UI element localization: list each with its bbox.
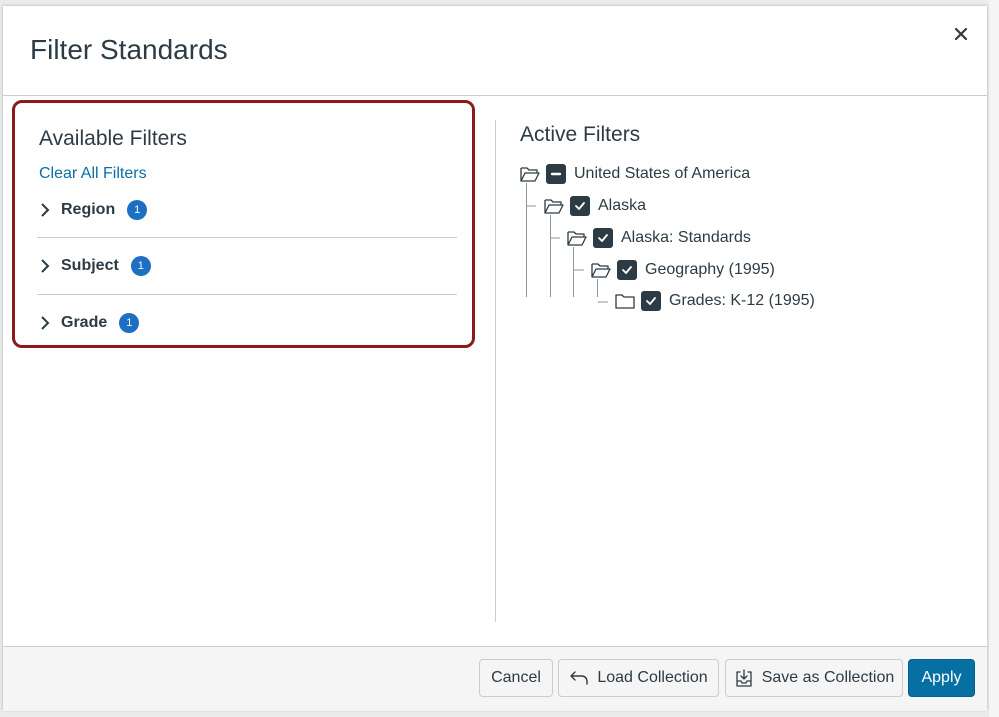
tree-node-geography: Geography (1995) bbox=[591, 258, 775, 282]
tree-node-alaska-standards: Alaska: Standards bbox=[567, 226, 751, 250]
tree-node-alaska: Alaska bbox=[544, 194, 646, 218]
save-to-tray-icon bbox=[736, 669, 752, 687]
apply-button[interactable]: Apply bbox=[908, 659, 975, 697]
load-collection-button[interactable]: Load Collection bbox=[558, 659, 719, 697]
alaska-standards-checkbox[interactable] bbox=[593, 228, 613, 248]
tree-node-label: Alaska bbox=[598, 197, 647, 214]
tree-node-usa: United States of America bbox=[520, 162, 750, 186]
background-edge bbox=[989, 0, 999, 717]
folder-open-icon bbox=[591, 263, 611, 278]
load-collection-label: Load Collection bbox=[597, 669, 708, 686]
checkmark-icon bbox=[575, 202, 585, 210]
folder-open-icon bbox=[520, 167, 540, 182]
tree-node-label: Alaska: Standards bbox=[621, 229, 751, 246]
undo-arrow-icon bbox=[570, 671, 589, 685]
folder-icon bbox=[615, 294, 635, 309]
grades-checkbox[interactable] bbox=[641, 291, 661, 311]
tree-node-label: Grades: K-12 (1995) bbox=[669, 292, 815, 309]
minus-icon bbox=[550, 172, 562, 176]
alaska-checkbox[interactable] bbox=[570, 196, 590, 216]
tree-node-grades: Grades: K-12 (1995) bbox=[615, 289, 815, 313]
cancel-button-label: Cancel bbox=[491, 669, 541, 686]
apply-button-label: Apply bbox=[921, 669, 962, 686]
checkmark-icon bbox=[622, 266, 632, 274]
folder-open-icon bbox=[567, 231, 587, 246]
tree-node-label: United States of America bbox=[574, 165, 751, 182]
save-as-collection-label: Save as Collection bbox=[761, 669, 895, 686]
tree-node-label: Geography (1995) bbox=[645, 261, 775, 278]
geography-checkbox[interactable] bbox=[617, 260, 637, 280]
usa-checkbox-partial[interactable] bbox=[546, 164, 566, 184]
active-filters-tree: United States of America Alaska Alaska: … bbox=[3, 6, 987, 710]
filter-standards-modal: Filter Standards Available Filters Clear… bbox=[3, 6, 987, 711]
save-as-collection-button[interactable]: Save as Collection bbox=[725, 659, 903, 697]
checkmark-icon bbox=[646, 297, 656, 305]
modal-footer: Cancel Load Collection Save as Collectio… bbox=[3, 646, 987, 711]
checkmark-icon bbox=[598, 234, 608, 242]
folder-open-icon bbox=[544, 199, 564, 214]
tree-connector-lines bbox=[526, 183, 608, 303]
cancel-button[interactable]: Cancel bbox=[479, 659, 553, 697]
